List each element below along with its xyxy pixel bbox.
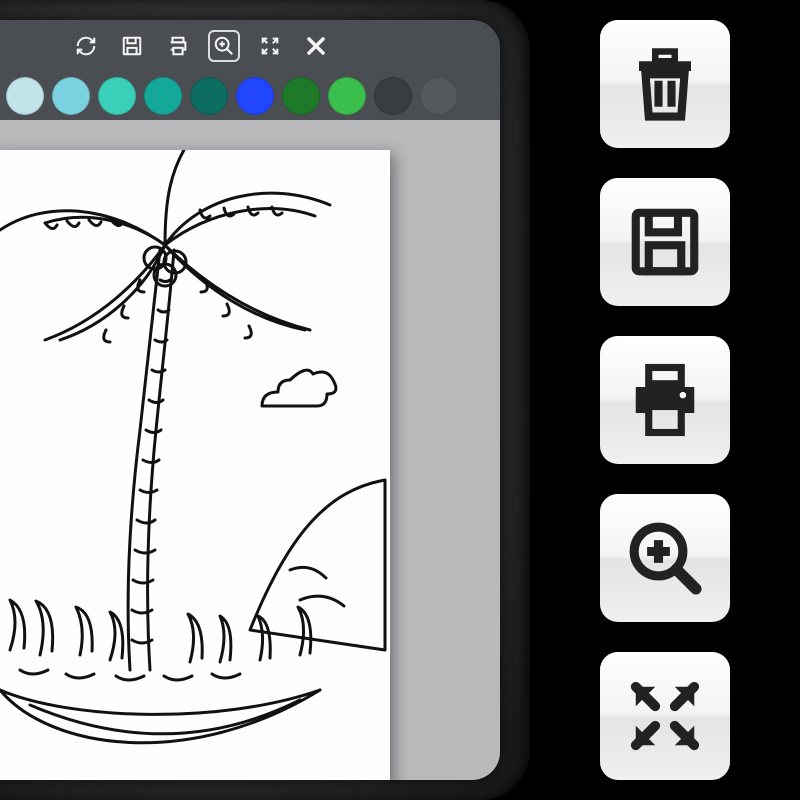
save-icon (626, 203, 704, 281)
color-swatch-5[interactable] (236, 77, 274, 115)
refresh-icon (75, 35, 97, 57)
close-icon (304, 34, 328, 58)
canvas-area[interactable] (0, 120, 500, 780)
tablet-frame (0, 0, 530, 800)
refresh-button[interactable] (70, 30, 102, 62)
app-window (0, 20, 500, 780)
color-swatch-6[interactable] (282, 77, 320, 115)
zoom-in-icon (213, 35, 235, 57)
color-swatch-4[interactable] (190, 77, 228, 115)
save-button[interactable] (116, 30, 148, 62)
coloring-page[interactable] (0, 150, 390, 780)
print-big-button[interactable] (600, 336, 730, 464)
delete-big-button[interactable] (600, 20, 730, 148)
color-swatch-3[interactable] (144, 77, 182, 115)
color-palette (0, 72, 500, 120)
close-button[interactable] (300, 30, 332, 62)
fullscreen-button[interactable] (254, 30, 286, 62)
side-icon-panel (530, 0, 800, 800)
fullscreen-big-button[interactable] (600, 652, 730, 780)
save-big-button[interactable] (600, 178, 730, 306)
save-icon (121, 35, 143, 57)
zoom-in-icon (626, 519, 704, 597)
print-button[interactable] (162, 30, 194, 62)
color-swatch-2[interactable] (98, 77, 136, 115)
toolbar (0, 20, 500, 72)
color-swatch-7[interactable] (328, 77, 366, 115)
print-icon (626, 361, 704, 439)
fullscreen-icon (259, 35, 281, 57)
color-swatch-0[interactable] (6, 77, 44, 115)
zoom-in-button[interactable] (208, 30, 240, 62)
print-icon (167, 35, 189, 57)
color-swatch-9[interactable] (420, 77, 458, 115)
fullscreen-icon (626, 677, 704, 755)
color-swatch-8[interactable] (374, 77, 412, 115)
tropical-scene-illustration (0, 150, 390, 780)
zoom-in-big-button[interactable] (600, 494, 730, 622)
trash-icon (626, 45, 704, 123)
color-swatch-1[interactable] (52, 77, 90, 115)
